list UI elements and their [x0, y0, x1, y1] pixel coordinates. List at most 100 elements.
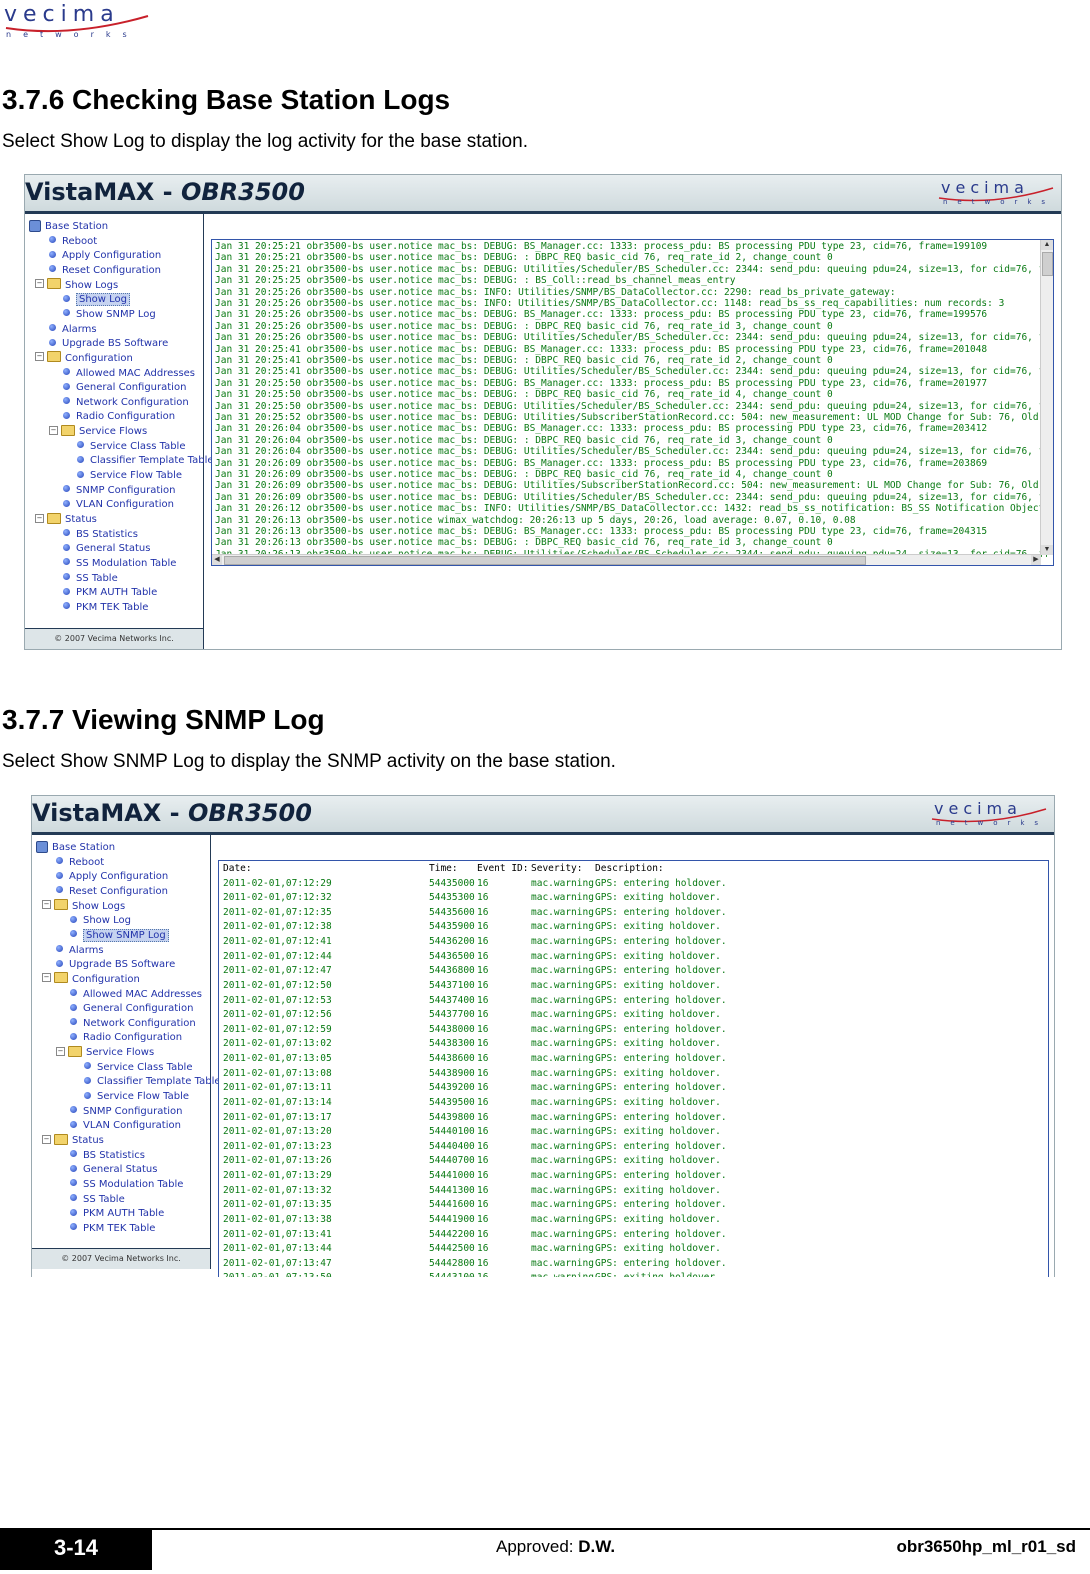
hscroll-thumb[interactable]	[224, 556, 866, 565]
cell: Event ID:	[477, 863, 529, 874]
scroll-right-icon[interactable]: ▶	[1031, 555, 1041, 565]
cell: 2011-02-01,07:12:41	[223, 936, 332, 948]
tree-item-ss-modulation-table[interactable]: SS Modulation Table	[63, 557, 176, 571]
tree-item-status[interactable]: − Status	[35, 512, 97, 527]
collapse-toggle-icon[interactable]: −	[42, 900, 51, 910]
tree-item-reset-configuration[interactable]: Reset Configuration	[56, 885, 168, 899]
tree-item-service-class-table[interactable]: Service Class Table	[84, 1061, 192, 1075]
tree-item-vlan-configuration[interactable]: VLAN Configuration	[70, 1119, 181, 1133]
tree-item-apply-configuration[interactable]: Apply Configuration	[49, 249, 161, 263]
tree-item-general-configuration[interactable]: General Configuration	[63, 381, 186, 395]
scroll-left-icon[interactable]: ◀	[212, 555, 222, 565]
tree-item-snmp-configuration[interactable]: SNMP Configuration	[70, 1105, 182, 1119]
tree-item-reset-configuration[interactable]: Reset Configuration	[49, 264, 161, 278]
tree-item-classifier-template-table[interactable]: Classifier Template Table	[77, 454, 214, 468]
tree-item-upgrade-bs-software[interactable]: Upgrade BS Software	[56, 958, 175, 972]
tree-item-upgrade-bs-software[interactable]: Upgrade BS Software	[49, 337, 168, 351]
tree-item-allowed-mac-addresses[interactable]: Allowed MAC Addresses	[63, 367, 195, 381]
tree-item-allowed-mac-addresses[interactable]: Allowed MAC Addresses	[70, 988, 202, 1002]
cell: 16	[477, 1082, 489, 1094]
tree-item-service-flow-table[interactable]: Service Flow Table	[77, 469, 182, 483]
log-vscrollbar[interactable]: ▲ ▼	[1040, 240, 1053, 555]
log-hscrollbar[interactable]: ◀ ▶	[212, 554, 1041, 565]
tree-item-general-status[interactable]: General Status	[70, 1163, 157, 1177]
collapse-toggle-icon[interactable]: −	[35, 352, 44, 362]
tree-item-service-class-table[interactable]: Service Class Table	[77, 440, 185, 454]
snmp-log-table[interactable]: Date: Time: Event ID: Severity: Description:…	[218, 860, 1049, 1277]
tree-item-ss-modulation-table[interactable]: SS Modulation Table	[70, 1178, 183, 1192]
tree-item-radio-configuration[interactable]: Radio Configuration	[70, 1031, 182, 1045]
scroll-up-icon[interactable]: ▲	[1041, 240, 1053, 250]
tree-item-bs-statistics[interactable]: BS Statistics	[63, 528, 138, 542]
cell: 16	[477, 1184, 489, 1196]
tree-item-ss-table[interactable]: SS Table	[70, 1193, 125, 1207]
cell: GPS: exiting holdover.	[595, 1155, 721, 1167]
tree-item-reboot[interactable]: Reboot	[56, 856, 104, 870]
cell: 16	[477, 1243, 489, 1255]
bullet-icon	[49, 338, 56, 346]
table-row: 2011-02-01,07:12:53 54437400 16 mac.warning…	[223, 994, 1023, 1009]
app-logo-word: vecima	[934, 799, 1022, 818]
tree-item-network-configuration[interactable]: Network Configuration	[63, 396, 189, 410]
tree-item-label: General Configuration	[83, 1003, 194, 1015]
bullet-icon	[56, 959, 63, 967]
table-row: 2011-02-01,07:12:56 54437700 16 mac.warning…	[223, 1008, 1023, 1023]
table-row: 2011-02-01,07:13:38 54441900 16 mac.warning…	[223, 1213, 1023, 1228]
cell: Description:	[595, 863, 664, 874]
collapse-toggle-icon[interactable]: −	[42, 973, 51, 983]
tree-item-configuration[interactable]: − Configuration	[35, 351, 133, 366]
tree-item-label: SNMP Configuration	[83, 1105, 183, 1117]
scroll-down-icon[interactable]: ▼	[1041, 545, 1053, 555]
scroll-thumb[interactable]	[1042, 252, 1053, 276]
tree-item-alarms[interactable]: Alarms	[56, 944, 104, 958]
tree-item-base-station[interactable]: Base Station	[29, 220, 108, 234]
tree-item-vlan-configuration[interactable]: VLAN Configuration	[63, 498, 174, 512]
table-row: 2011-02-01,07:12:35 54435600 16 mac.warning…	[223, 906, 1023, 921]
tree-item-label: PKM TEK Table	[83, 1222, 156, 1234]
tree-item-label: Reset Configuration	[69, 885, 168, 897]
tree-item-show-snmp-log[interactable]: Show SNMP Log	[63, 308, 156, 322]
bullet-icon	[70, 989, 77, 996]
tree-item-ss-table[interactable]: SS Table	[63, 572, 118, 586]
tree-item-service-flows[interactable]: − Service Flows	[49, 424, 147, 439]
collapse-toggle-icon[interactable]: −	[49, 425, 58, 435]
collapse-toggle-icon[interactable]: −	[35, 279, 44, 289]
tree-item-configuration[interactable]: − Configuration	[42, 972, 140, 987]
tree-item-show-snmp-log[interactable]: Show SNMP Log	[70, 928, 169, 943]
bullet-icon	[56, 886, 63, 894]
collapse-toggle-icon[interactable]: −	[56, 1046, 65, 1056]
tree-item-apply-configuration[interactable]: Apply Configuration	[56, 870, 168, 884]
tree-item-service-flow-table[interactable]: Service Flow Table	[84, 1090, 189, 1104]
bullet-icon	[49, 265, 56, 273]
tree-item-show-log[interactable]: Show Log	[63, 293, 131, 307]
cell: 54439800	[429, 1111, 475, 1123]
tree-item-show-log[interactable]: Show Log	[70, 914, 131, 928]
tree-item-status[interactable]: − Status	[42, 1133, 104, 1148]
tree-item-general-configuration[interactable]: General Configuration	[70, 1002, 193, 1016]
cell: 16	[477, 892, 489, 904]
tree-item-pkm-auth-table[interactable]: PKM AUTH Table	[63, 586, 157, 600]
tree-item-pkm-auth-table[interactable]: PKM AUTH Table	[70, 1207, 164, 1221]
tree-item-pkm-tek-table[interactable]: PKM TEK Table	[63, 601, 148, 615]
tree-item-show-logs[interactable]: − Show Logs	[42, 899, 125, 914]
collapse-toggle-icon[interactable]: −	[42, 1134, 51, 1144]
tree-item-alarms[interactable]: Alarms	[49, 323, 97, 337]
tree-item-snmp-configuration[interactable]: SNMP Configuration	[63, 484, 175, 498]
tree-item-service-flows[interactable]: − Service Flows	[56, 1045, 154, 1060]
cell: 54441000	[429, 1170, 475, 1182]
log-line: Jan 31 20:25:52 obr3500-bs user.notice m…	[215, 412, 1051, 423]
tree-item-general-status[interactable]: General Status	[63, 542, 150, 556]
log-output[interactable]: Jan 31 20:25:21 obr3500-bs user.notice m…	[211, 239, 1054, 566]
tree-item-reboot[interactable]: Reboot	[49, 235, 97, 249]
collapse-toggle-icon[interactable]: −	[35, 513, 44, 523]
cell: 16	[477, 1038, 489, 1050]
cell: 2011-02-01,07:13:20	[223, 1126, 332, 1138]
tree-item-base-station[interactable]: Base Station	[36, 841, 115, 855]
tree-item-radio-configuration[interactable]: Radio Configuration	[63, 410, 175, 424]
tree-item-bs-statistics[interactable]: BS Statistics	[70, 1149, 145, 1163]
tree-item-network-configuration[interactable]: Network Configuration	[70, 1017, 196, 1031]
tree-item-show-logs[interactable]: − Show Logs	[35, 278, 118, 293]
bullet-icon	[70, 1194, 77, 1202]
tree-item-classifier-template-table[interactable]: Classifier Template Table	[84, 1075, 221, 1089]
tree-item-pkm-tek-table[interactable]: PKM TEK Table	[70, 1222, 155, 1236]
